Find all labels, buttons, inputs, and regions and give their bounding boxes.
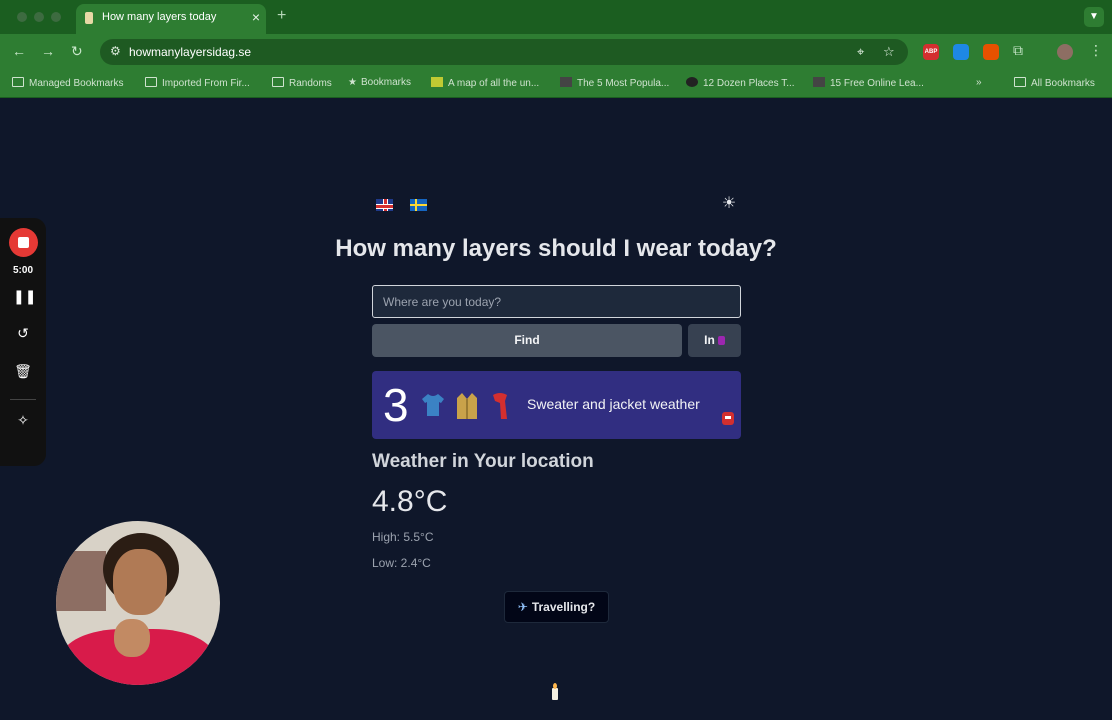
new-tab-icon[interactable]: + bbox=[277, 7, 286, 25]
bookmark-star-icon[interactable]: ☆ bbox=[883, 44, 895, 60]
location-pin-icon[interactable]: ⌖ bbox=[857, 44, 864, 60]
bookmark-map-link[interactable]: A map of all the un... bbox=[431, 77, 539, 89]
e-site-icon bbox=[560, 77, 572, 87]
webcam-overlay bbox=[56, 521, 220, 685]
browser-menu-icon[interactable]: ⋮ bbox=[1089, 42, 1103, 59]
folder-icon bbox=[12, 77, 24, 87]
in-button[interactable]: In bbox=[688, 324, 741, 357]
layer-count: 3 bbox=[383, 379, 409, 431]
layers-result-card: 3 Sweater and jacket weather bbox=[372, 371, 741, 439]
sun-theme-icon[interactable]: ☀ bbox=[720, 195, 738, 213]
bookmark-folder-randoms[interactable]: Randoms bbox=[272, 77, 332, 89]
reload-icon[interactable]: ↻ bbox=[71, 43, 83, 60]
address-bar[interactable]: ⚙ howmanylayersidag.se ⌖ ☆ bbox=[100, 39, 908, 65]
translate-icon[interactable] bbox=[953, 44, 969, 60]
webcam-person-face bbox=[113, 549, 167, 615]
site-info-icon[interactable]: ⚙ bbox=[110, 44, 121, 58]
recorder-divider bbox=[10, 399, 36, 400]
in-button-label: In bbox=[704, 333, 715, 347]
v-site-icon bbox=[431, 77, 443, 87]
extensions-puzzle-icon[interactable]: ⧉ bbox=[1013, 42, 1023, 59]
tab-close-icon[interactable]: × bbox=[252, 4, 260, 30]
bookmark-popular-link[interactable]: The 5 Most Popula... bbox=[560, 77, 669, 89]
bookmarks-bar: Managed Bookmarks Imported From Fir... R… bbox=[0, 70, 1112, 98]
window-close-dot[interactable] bbox=[17, 12, 27, 22]
adblock-plus-icon[interactable]: ABP bbox=[923, 44, 939, 60]
scarf-icon bbox=[493, 393, 507, 419]
fox-extension-icon[interactable] bbox=[983, 44, 999, 60]
travelling-label: Travelling? bbox=[531, 600, 596, 614]
bookmark-folder-managed[interactable]: Managed Bookmarks bbox=[12, 77, 124, 89]
webcam-background-shelf bbox=[56, 551, 106, 611]
page-title: How many layers should I wear today? bbox=[335, 235, 777, 262]
forward-arrow-icon[interactable]: → bbox=[41, 43, 55, 59]
window-zoom-dot[interactable] bbox=[51, 12, 61, 22]
pause-icon[interactable]: ❚❚ bbox=[13, 286, 36, 306]
bookmark-folder-bookmarks[interactable]: ★ Bookmarks bbox=[348, 77, 411, 88]
bookmark-folder-imported[interactable]: Imported From Fir... bbox=[145, 77, 250, 89]
browser-tab-active[interactable]: How many layers today × bbox=[76, 4, 266, 34]
folder-icon bbox=[145, 77, 157, 87]
uk-flag-icon[interactable] bbox=[376, 199, 393, 211]
stop-recording-button[interactable] bbox=[9, 228, 38, 257]
browser-tab-bar: How many layers today × + ▼ bbox=[0, 0, 1112, 34]
folder-icon bbox=[272, 77, 284, 87]
address-url: howmanylayersidag.se bbox=[129, 45, 252, 59]
current-temperature: 4.8°C bbox=[372, 485, 448, 518]
high-temperature: High: 5.5°C bbox=[372, 530, 434, 544]
window-minimize-dot[interactable] bbox=[34, 12, 44, 22]
weather-heading: Weather in Your location bbox=[372, 451, 594, 472]
e-site-icon bbox=[813, 77, 825, 87]
restart-icon[interactable]: ↺ bbox=[13, 323, 33, 343]
bookmark-learning-link[interactable]: 15 Free Online Lea... bbox=[813, 77, 924, 89]
tab-title: How many layers today bbox=[102, 11, 217, 23]
indoor-icon bbox=[717, 336, 725, 345]
layers-summary: Sweater and jacket weather bbox=[527, 396, 700, 412]
coat-icon bbox=[457, 393, 477, 419]
tab-search-chevron-icon[interactable]: ▼ bbox=[1084, 7, 1104, 27]
browser-toolbar: ← → ↻ ⚙ howmanylayersidag.se ⌖ ☆ ABP ⧉ ⋮ bbox=[0, 34, 1112, 70]
recording-timer: 5:00 bbox=[12, 265, 33, 276]
low-temperature: Low: 2.4°C bbox=[372, 556, 431, 570]
folder-icon bbox=[1014, 77, 1026, 87]
webcam-person-hand bbox=[114, 619, 150, 657]
weather-badge-icon bbox=[722, 412, 734, 425]
screen-recorder-panel: 5:00 ❚❚ ↺ 🗑 ✧ bbox=[0, 218, 46, 466]
t-shirt-icon bbox=[422, 394, 444, 416]
bookmark-folder-all[interactable]: All Bookmarks bbox=[1014, 77, 1095, 89]
find-button[interactable]: Find bbox=[372, 324, 682, 357]
star-icon: ★ bbox=[348, 77, 357, 88]
bookmark-places-link[interactable]: 12 Dozen Places T... bbox=[686, 77, 795, 89]
candle-favicon-icon bbox=[85, 12, 93, 24]
atlas-site-icon bbox=[686, 77, 698, 87]
draw-effects-icon[interactable]: ✧ bbox=[13, 410, 33, 430]
back-arrow-icon[interactable]: ← bbox=[12, 43, 26, 59]
sweden-flag-icon[interactable] bbox=[410, 199, 427, 211]
candle-icon bbox=[549, 683, 561, 701]
travelling-button[interactable]: ✈ Travelling? bbox=[504, 591, 609, 623]
trash-icon[interactable]: 🗑 bbox=[13, 361, 33, 381]
profile-avatar[interactable] bbox=[1057, 44, 1073, 60]
airplane-icon: ✈ bbox=[517, 600, 528, 614]
bookmarks-overflow-icon[interactable]: » bbox=[976, 77, 982, 88]
location-search-input[interactable] bbox=[372, 285, 741, 318]
